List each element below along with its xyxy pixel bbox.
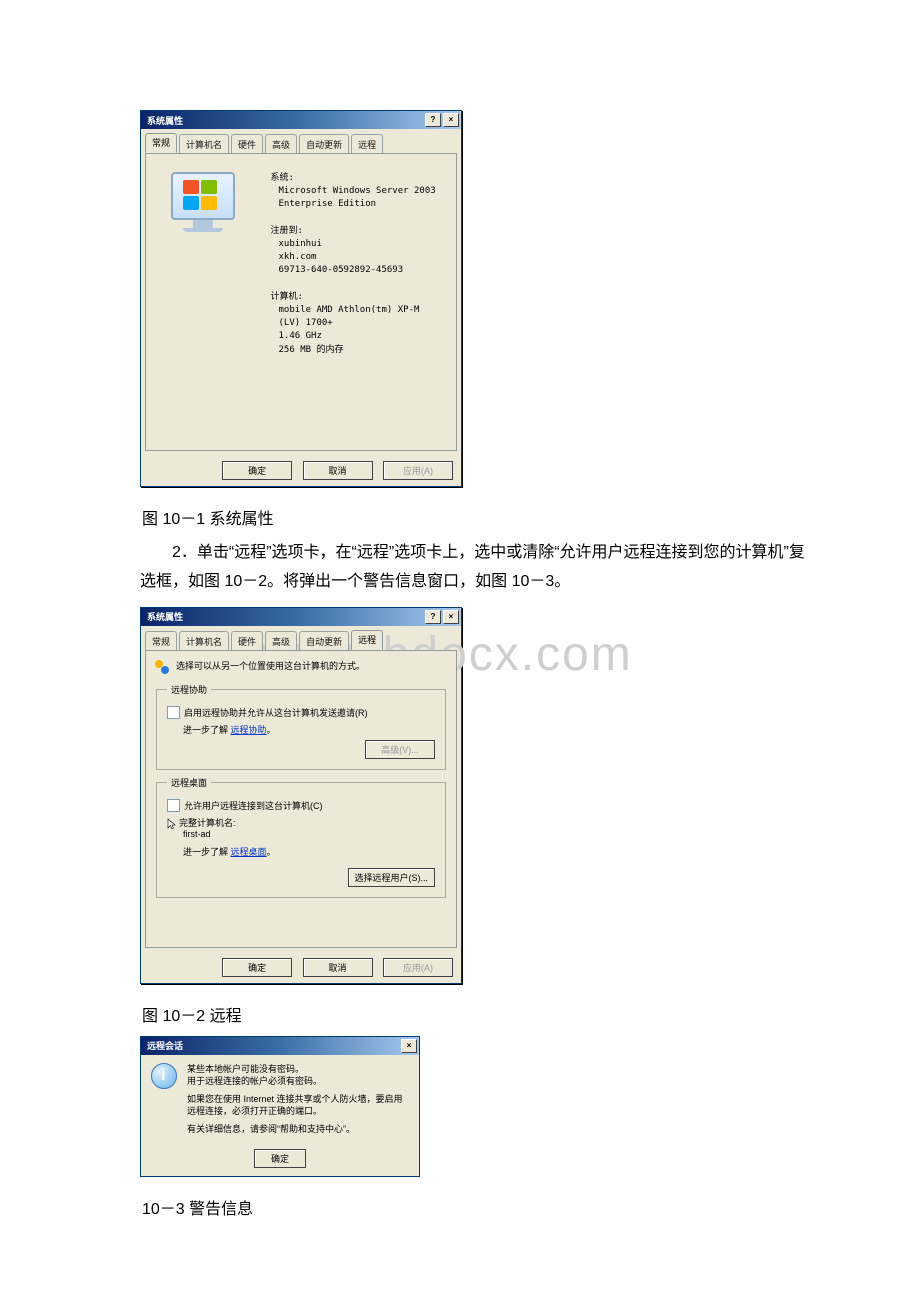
learn-more-pre: 进一步了解	[183, 847, 228, 857]
window-title: 系统属性	[143, 610, 423, 623]
computer-line: 1.46 GHz	[271, 330, 436, 343]
help-icon[interactable]: ?	[425, 610, 441, 624]
fig10-1-titlebar: 系统属性 ? ×	[141, 111, 461, 129]
window-title: 系统属性	[143, 114, 423, 127]
remote-desktop-checkbox[interactable]	[167, 799, 180, 812]
figure-caption-2: 图 10－2 远程	[142, 1002, 810, 1026]
apply-button[interactable]: 应用(A)	[383, 461, 453, 480]
remote-desktop-group: 远程桌面 允许用户远程连接到这台计算机(C) 完整计算机名: first-ad	[156, 776, 446, 898]
dialog-buttons: 确定 取消 应用(A)	[141, 455, 461, 486]
cancel-button[interactable]: 取消	[303, 461, 373, 480]
computer-line: mobile AMD Athlon(tm) XP-M	[271, 304, 436, 317]
remote-icon	[154, 659, 170, 675]
windows-logo-icon	[168, 162, 238, 232]
dlg-line1: 某些本地帐户可能没有密码。	[187, 1064, 304, 1074]
tab-computer-name[interactable]: 计算机名	[179, 134, 229, 153]
dlg-line3: 如果您在使用 Internet 连接共享或个人防火墙，要启用远程连接，必须打开正…	[187, 1093, 409, 1117]
dialog-buttons: 确定 取消 应用(A)	[141, 952, 461, 983]
tab-general[interactable]: 常规	[145, 133, 177, 153]
paragraph-1: 2．单击“远程”选项卡，在“远程”选项卡上，选中或清除“允许用户远程连接到您的计…	[140, 539, 810, 597]
system-line: Microsoft Windows Server 2003	[271, 185, 436, 198]
fig10-2-window: 系统属性 ? × 常规 计算机名 硬件 高级 自动更新 远程 选择可以从另一个位…	[140, 607, 462, 984]
tab-remote[interactable]: 远程	[351, 134, 383, 153]
document-page: 系统属性 ? × 常规 计算机名 硬件 高级 自动更新 远程 系统: Micro…	[0, 0, 920, 1289]
remote-assist-checkbox[interactable]	[167, 706, 180, 719]
system-header: 系统:	[271, 172, 436, 185]
dlg-line2: 用于远程连接的帐户必须有密码。	[187, 1076, 322, 1086]
close-icon[interactable]: ×	[443, 610, 459, 624]
computer-header: 计算机:	[271, 291, 436, 304]
registered-line: xkh.com	[271, 251, 436, 264]
tab-computer-name[interactable]: 计算机名	[179, 631, 229, 650]
tabs-row: 常规 计算机名 硬件 高级 自动更新 远程	[145, 133, 457, 153]
remote-assist-legend: 远程协助	[167, 683, 211, 696]
dlg-line4: 有关详细信息，请参阅“帮助和支持中心”。	[187, 1123, 409, 1135]
tab-hardware[interactable]: 硬件	[231, 631, 263, 650]
computer-line: (LV) 1700+	[271, 317, 436, 330]
general-tab-content: 系统: Microsoft Windows Server 2003 Enterp…	[145, 153, 457, 451]
fig10-1-window: 系统属性 ? × 常规 计算机名 硬件 高级 自动更新 远程 系统: Micro…	[140, 110, 462, 487]
cancel-button[interactable]: 取消	[303, 958, 373, 977]
remote-desktop-link[interactable]: 远程桌面	[231, 847, 267, 857]
tab-auto-updates[interactable]: 自动更新	[299, 134, 349, 153]
tab-auto-updates[interactable]: 自动更新	[299, 631, 349, 650]
ok-button[interactable]: 确定	[222, 958, 292, 977]
tab-advanced[interactable]: 高级	[265, 134, 297, 153]
remote-tab-content: 选择可以从另一个位置使用这台计算机的方式。 远程协助 启用远程协助并允许从这台计…	[145, 650, 457, 948]
dialog-title: 远程会话	[143, 1039, 399, 1052]
help-icon[interactable]: ?	[425, 113, 441, 127]
tab-hardware[interactable]: 硬件	[231, 134, 263, 153]
figure-caption-3: 10－3 警告信息	[142, 1195, 810, 1219]
tab-advanced[interactable]: 高级	[265, 631, 297, 650]
remote-desktop-legend: 远程桌面	[167, 776, 211, 789]
tab-general[interactable]: 常规	[145, 631, 177, 650]
remote-assist-label: 启用远程协助并允许从这台计算机发送邀请(R)	[184, 706, 368, 719]
ok-button[interactable]: 确定	[254, 1149, 306, 1168]
system-line: Enterprise Edition	[271, 198, 436, 211]
fig10-2-titlebar: 系统属性 ? ×	[141, 608, 461, 626]
tab-remote[interactable]: 远程	[351, 630, 383, 650]
registered-line: 69713-640-0592892-45693	[271, 264, 436, 277]
fig10-3-dialog: 远程会话 × i 某些本地帐户可能没有密码。 用于远程连接的帐户必须有密码。 如…	[140, 1036, 420, 1178]
close-icon[interactable]: ×	[443, 113, 459, 127]
remote-assist-advanced-button[interactable]: 高级(V)...	[365, 740, 435, 759]
registered-line: xubinhui	[271, 238, 436, 251]
remote-assist-group: 远程协助 启用远程协助并允许从这台计算机发送邀请(R) 进一步了解 远程协助。 …	[156, 683, 446, 770]
tabs-row: 常规 计算机名 硬件 高级 自动更新 远程	[145, 630, 457, 650]
remote-assist-link[interactable]: 远程协助	[231, 725, 267, 735]
cursor-icon	[167, 818, 177, 830]
figure-caption-1: 图 10－1 系统属性	[142, 505, 810, 529]
info-icon: i	[151, 1063, 179, 1091]
fig10-3-titlebar: 远程会话 ×	[141, 1037, 419, 1055]
remote-desktop-label: 允许用户远程连接到这台计算机(C)	[184, 799, 323, 812]
system-info-block: 系统: Microsoft Windows Server 2003 Enterp…	[271, 162, 436, 357]
remote-notice: 选择可以从另一个位置使用这台计算机的方式。	[176, 659, 365, 672]
ok-button[interactable]: 确定	[222, 461, 292, 480]
close-icon[interactable]: ×	[401, 1039, 417, 1053]
computer-line: 256 MB 的内存	[271, 344, 436, 357]
select-remote-users-button[interactable]: 选择远程用户(S)...	[348, 868, 436, 887]
dialog-text: 某些本地帐户可能没有密码。 用于远程连接的帐户必须有密码。 如果您在使用 Int…	[187, 1063, 409, 1142]
apply-button[interactable]: 应用(A)	[383, 958, 453, 977]
registered-header: 注册到:	[271, 225, 436, 238]
learn-more-pre: 进一步了解	[183, 725, 228, 735]
full-name-label: 完整计算机名:	[179, 818, 236, 828]
full-computer-name: first-ad	[179, 829, 211, 839]
